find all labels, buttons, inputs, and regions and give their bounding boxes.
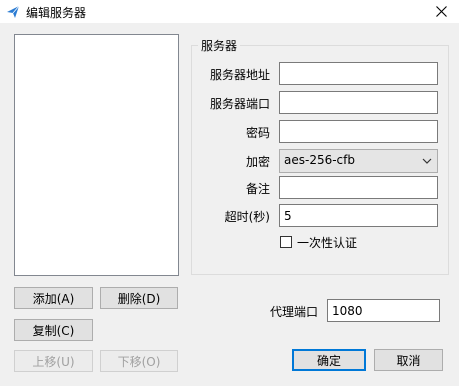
one-time-auth-checkbox[interactable] <box>280 236 292 248</box>
cancel-button[interactable]: 取消 <box>374 349 443 371</box>
one-time-auth-label[interactable]: 一次性认证 <box>297 234 357 251</box>
server-address-label: 服务器地址 <box>209 68 270 82</box>
encryption-select[interactable]: aes-256-cfb <box>279 149 438 173</box>
window-title: 编辑服务器 <box>26 6 87 20</box>
move-down-button[interactable]: 下移(O) <box>100 350 178 372</box>
close-icon <box>435 6 447 17</box>
password-input[interactable] <box>279 120 438 143</box>
chevron-down-icon <box>422 158 432 164</box>
password-label: 密码 <box>245 126 270 140</box>
timeout-input[interactable] <box>279 204 438 227</box>
ok-button[interactable]: 确定 <box>292 349 366 371</box>
delete-button[interactable]: 删除(D) <box>100 287 178 309</box>
server-port-label: 服务器端口 <box>209 97 270 111</box>
add-button[interactable]: 添加(A) <box>14 287 93 309</box>
server-port-input[interactable] <box>279 91 438 114</box>
remarks-input[interactable] <box>279 176 438 199</box>
proxy-port-label: 代理端口 <box>270 305 319 319</box>
remarks-label: 备注 <box>245 182 270 196</box>
server-address-input[interactable] <box>279 62 438 85</box>
timeout-label: 超时(秒) <box>224 210 270 224</box>
move-up-button[interactable]: 上移(U) <box>14 350 93 372</box>
copy-button[interactable]: 复制(C) <box>14 319 93 341</box>
encryption-value: aes-256-cfb <box>284 153 355 167</box>
title-bar: 编辑服务器 <box>0 0 459 23</box>
server-list[interactable] <box>14 34 179 276</box>
proxy-port-input[interactable] <box>327 299 440 322</box>
paper-plane-icon <box>7 5 20 18</box>
encryption-label: 加密 <box>245 155 270 169</box>
server-group-title: 服务器 <box>198 37 241 54</box>
close-button[interactable] <box>423 0 459 23</box>
